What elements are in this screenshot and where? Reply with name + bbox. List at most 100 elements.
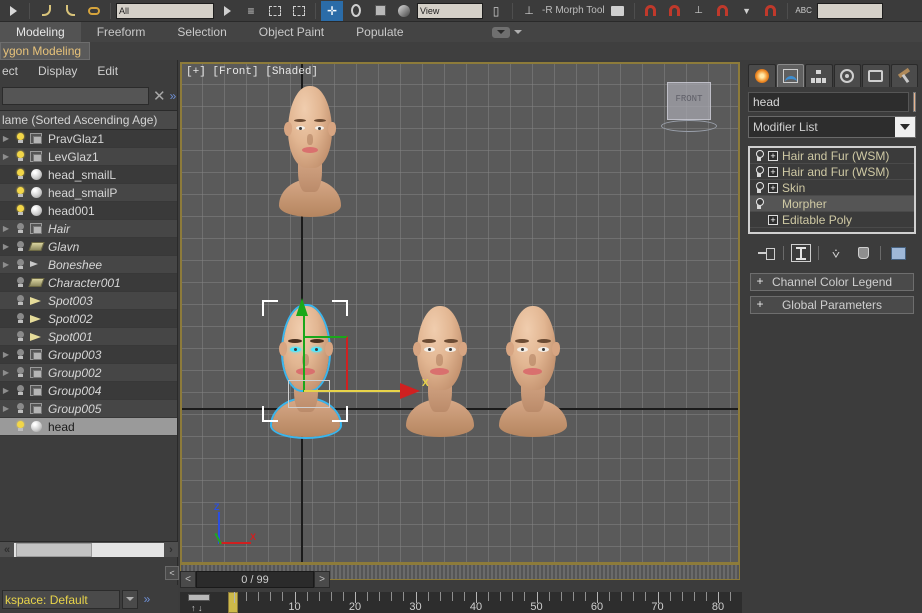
hscroll-thumb[interactable]	[16, 542, 92, 557]
scene-list-item[interactable]: ▶ Group003	[0, 346, 177, 364]
unlink-icon[interactable]	[59, 1, 81, 21]
rollout-global-parameters[interactable]: + Global Parameters	[750, 296, 914, 314]
viewcube-compass-ring[interactable]	[661, 120, 717, 132]
scene-list-item[interactable]: head_smailP	[0, 184, 177, 202]
search-input[interactable]	[2, 87, 149, 105]
mirror-magnet-icon[interactable]	[760, 1, 782, 21]
select-link-icon[interactable]	[35, 1, 57, 21]
angle-snap-icon[interactable]	[664, 1, 686, 21]
modifier-stack-item[interactable]: Morpher	[750, 196, 914, 212]
scene-object-list[interactable]: ▶ PravGlaz1 ▶ LevGlaz1 head_smailL head_smail…	[0, 130, 177, 542]
expand-arrow-icon[interactable]: ▶	[0, 404, 12, 413]
render-setup-icon[interactable]	[607, 1, 629, 21]
scene-list-item[interactable]: head001	[0, 202, 177, 220]
select-and-rotate-icon[interactable]	[345, 1, 367, 21]
viewport-label[interactable]: [+] [Front] [Shaded]	[186, 66, 318, 78]
workspace-selector[interactable]: kspace: Default	[2, 589, 120, 609]
edit-named-selection-icon[interactable]: ▼	[736, 1, 758, 21]
scene-list-item[interactable]: Spot003	[0, 292, 177, 310]
viewport-front[interactable]: [+] [Front] [Shaded] FRONT X Z X	[180, 62, 740, 564]
transform-gizmo[interactable]: X	[288, 286, 430, 408]
layer-combo[interactable]	[816, 2, 883, 19]
modifier-toggle-icon[interactable]	[754, 165, 764, 178]
scene-list-hscrollbar[interactable]: « ›	[0, 541, 178, 557]
menu-display[interactable]: Display	[38, 64, 77, 78]
show-end-result-button[interactable]	[791, 244, 811, 262]
display-tab[interactable]	[862, 64, 890, 87]
modifier-stack-item[interactable]: + Skin	[750, 180, 914, 196]
make-unique-button[interactable]: ⩒	[826, 244, 846, 262]
expand-arrow-icon[interactable]: ▶	[0, 350, 12, 359]
rollout-channel-color-legend[interactable]: + Channel Color Legend	[750, 273, 914, 291]
visibility-bulb-icon[interactable]	[13, 329, 27, 345]
scene-list-item[interactable]: ▶ Group004	[0, 382, 177, 400]
visibility-bulb-icon[interactable]	[13, 221, 27, 237]
modifier-toggle-icon[interactable]	[754, 197, 764, 210]
hscroll-track[interactable]	[14, 542, 164, 557]
expand-arrow-icon[interactable]: ▶	[0, 242, 12, 251]
modifier-toggle-icon[interactable]	[754, 149, 764, 162]
head-model-right[interactable]	[497, 306, 569, 437]
motion-tab[interactable]	[833, 64, 861, 87]
visibility-bulb-icon[interactable]	[13, 275, 27, 291]
utilities-tab[interactable]	[890, 64, 918, 87]
subtab-polygon-modeling[interactable]: ygon Modeling	[0, 42, 90, 60]
visibility-bulb-icon[interactable]	[13, 383, 27, 399]
scene-list-item[interactable]: ▶ Group005	[0, 400, 177, 418]
object-name-field[interactable]	[748, 92, 909, 112]
visibility-bulb-icon[interactable]	[13, 203, 27, 219]
undo-arrow-icon[interactable]	[2, 1, 24, 21]
pin-stack-button[interactable]	[756, 244, 776, 262]
scene-list-item[interactable]: ▶ Glavn	[0, 238, 177, 256]
gizmo-center-box[interactable]	[288, 380, 330, 408]
select-and-squash-icon[interactable]	[393, 1, 415, 21]
select-and-scale-icon[interactable]	[369, 1, 391, 21]
modifier-list-dropdown[interactable]: Modifier List	[748, 116, 916, 138]
visibility-bulb-icon[interactable]	[13, 131, 27, 147]
open-minicurve-editor-icon[interactable]: ↑ ↓	[188, 594, 210, 613]
use-pivot-center-icon[interactable]: ▯	[485, 1, 507, 21]
scene-list-item[interactable]: Spot001	[0, 328, 177, 346]
expand-plus-icon[interactable]: +	[768, 182, 778, 193]
configure-modifier-sets-button[interactable]	[888, 244, 908, 262]
head-model-top[interactable]	[277, 86, 343, 217]
scene-list-item[interactable]: ▶ Hair	[0, 220, 177, 238]
snap-toggle-icon[interactable]	[640, 1, 662, 21]
expand-arrow-icon[interactable]: ▶	[0, 368, 12, 377]
reference-coordinate-combo[interactable]: View	[417, 2, 483, 19]
visibility-bulb-icon[interactable]	[13, 347, 27, 363]
modify-tab[interactable]	[776, 64, 804, 87]
chevron-down-icon[interactable]	[895, 117, 915, 137]
percent-snap-icon[interactable]: ⊥	[688, 1, 710, 21]
scene-list-item[interactable]: head	[0, 418, 177, 436]
visibility-bulb-icon[interactable]	[13, 149, 27, 165]
selection-filter-combo[interactable]: All	[116, 2, 214, 19]
create-tab[interactable]	[748, 64, 776, 87]
gizmo-y-arrow-icon[interactable]	[296, 298, 308, 316]
expand-arrow-icon[interactable]: ▶	[0, 260, 12, 269]
scroll-right-icon[interactable]: ›	[164, 543, 178, 557]
scene-list-item[interactable]: ▶ Boneshee	[0, 256, 177, 274]
modifier-toggle-icon[interactable]	[754, 181, 764, 194]
clear-search-icon[interactable]: ✕	[153, 87, 166, 105]
gizmo-x-axis[interactable]	[304, 390, 404, 392]
visibility-bulb-icon[interactable]	[13, 185, 27, 201]
expand-arrow-icon[interactable]: ▶	[0, 152, 12, 161]
viewcube[interactable]: FRONT	[659, 76, 719, 136]
visibility-bulb-icon[interactable]	[13, 167, 27, 183]
workspace-expand-icon[interactable]: »	[140, 592, 154, 606]
select-by-name-icon[interactable]: ≡	[240, 1, 262, 21]
expand-plus-icon[interactable]: +	[768, 214, 778, 225]
gizmo-x-arrow-icon[interactable]	[400, 383, 420, 399]
expand-arrow-icon[interactable]: ▶	[0, 224, 12, 233]
scene-list-item[interactable]: Character001	[0, 274, 177, 292]
abc-align-icon[interactable]: ABC	[793, 1, 815, 21]
menu-edit[interactable]: Edit	[97, 64, 118, 78]
visibility-bulb-icon[interactable]	[13, 419, 27, 435]
workspace-dropdown-arrow[interactable]	[122, 589, 138, 609]
visibility-bulb-icon[interactable]	[13, 365, 27, 381]
expand-arrow-icon[interactable]: ▶	[0, 386, 12, 395]
expand-plus-icon[interactable]: +	[768, 166, 778, 177]
next-frame-button[interactable]: >	[314, 571, 330, 588]
select-object-icon[interactable]	[216, 1, 238, 21]
